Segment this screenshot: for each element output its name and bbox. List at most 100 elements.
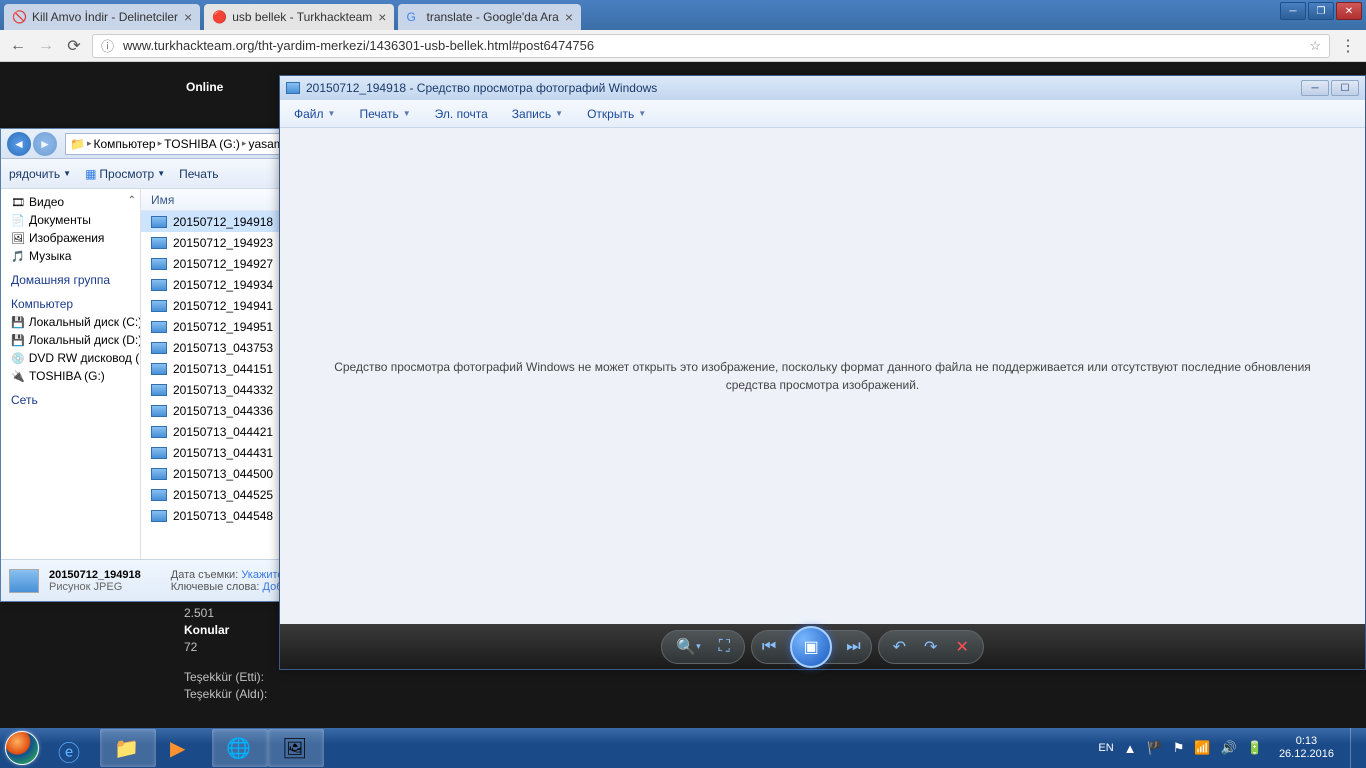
tray-network-icon[interactable]: 📶	[1194, 740, 1210, 756]
chevron-down-icon: ▼	[328, 109, 336, 118]
browser-tab-strip: 🚫 Kill Amvo İndir - Delinetciler × 🔴 usb…	[0, 0, 1366, 30]
breadcrumb-segment[interactable]: TOSHIBA (G:)	[164, 137, 240, 151]
tab-close-icon[interactable]: ×	[378, 9, 386, 25]
menu-burn[interactable]: Запись▼	[512, 107, 563, 121]
image-file-icon	[151, 321, 167, 333]
tray-battery-icon[interactable]: 🔋	[1247, 740, 1263, 756]
favicon-icon: G	[406, 10, 420, 24]
photo-viewer-canvas: Средство просмотра фотографий Windows не…	[280, 128, 1365, 624]
image-file-icon	[151, 447, 167, 459]
start-button[interactable]	[0, 728, 44, 768]
rotate-right-button[interactable]: ↷	[924, 637, 937, 657]
os-restore-button[interactable]: ❐	[1308, 2, 1334, 20]
file-name: 20150713_044431	[173, 446, 273, 460]
sidebar-item-documents[interactable]: 📄Документы	[1, 211, 140, 229]
next-button[interactable]: ⏭	[846, 638, 860, 656]
taskbar-explorer[interactable]: 📁	[100, 729, 156, 767]
image-file-icon	[151, 384, 167, 396]
sidebar-computer[interactable]: Компьютер	[1, 295, 140, 313]
browser-nav-bar: ← → ⟳ ⓘ www.turkhackteam.org/tht-yardim-…	[0, 30, 1366, 62]
tab-close-icon[interactable]: ×	[565, 9, 573, 25]
sidebar-homegroup[interactable]: Домашняя группа	[1, 271, 140, 289]
menu-email[interactable]: Эл. почта	[435, 107, 488, 121]
sidebar-item-disk-d[interactable]: 💾Локальный диск (D:)	[1, 331, 140, 349]
browser-tab[interactable]: 🚫 Kill Amvo İndir - Delinetciler ×	[4, 4, 200, 30]
file-name: 20150712_194927	[173, 257, 273, 271]
rotate-left-button[interactable]: ↶	[893, 637, 906, 657]
sidebar-item-images[interactable]: 🖼Изображения	[1, 229, 140, 247]
forward-button[interactable]: →	[36, 36, 56, 56]
tray-clock[interactable]: 0:13 26.12.2016	[1273, 735, 1340, 761]
taskbar-chrome[interactable]: 🌐	[212, 729, 268, 767]
delete-button[interactable]: ✕	[955, 637, 968, 657]
file-name: 20150713_044151	[173, 362, 273, 376]
menu-file[interactable]: Файл▼	[294, 107, 335, 121]
file-name: 20150712_194923	[173, 236, 273, 250]
tray-flag-icon[interactable]: 🏴	[1147, 740, 1163, 756]
image-file-icon	[151, 468, 167, 480]
photo-viewer-titlebar[interactable]: 20150712_194918 - Средство просмотра фот…	[280, 76, 1365, 100]
thumbnail-icon	[9, 569, 39, 593]
explorer-back-button[interactable]: ◄	[7, 132, 31, 156]
picture-icon: 🖼	[282, 736, 310, 760]
meta-value[interactable]: Укажите	[241, 569, 283, 581]
chevron-down-icon: ▼	[63, 169, 71, 178]
sidebar-item-disk-c[interactable]: 💾Локальный диск (C:)	[1, 313, 140, 331]
maximize-button[interactable]: ☐	[1331, 80, 1359, 96]
explorer-forward-button[interactable]: ►	[33, 132, 57, 156]
tray-action-icon[interactable]: ⚑	[1173, 740, 1185, 756]
language-indicator[interactable]: EN	[1098, 742, 1113, 754]
sidebar-item-toshiba[interactable]: 🔌TOSHIBA (G:)	[1, 367, 140, 385]
slideshow-button[interactable]: ▣	[790, 626, 832, 668]
image-file-icon	[151, 489, 167, 501]
organize-menu[interactable]: рядочить▼	[9, 167, 71, 181]
tray-up-icon[interactable]: ▲	[1124, 741, 1137, 756]
system-tray: EN ▲ 🏴 ⚑ 📶 🔊 🔋 0:13 26.12.2016	[1098, 728, 1366, 768]
taskbar-ie[interactable]: ⓔ	[44, 729, 100, 767]
bookmark-star-icon[interactable]: ☆	[1309, 38, 1321, 54]
image-file-icon	[151, 237, 167, 249]
error-message: Средство просмотра фотографий Windows не…	[310, 358, 1335, 394]
sidebar-item-music[interactable]: 🎵Музыка	[1, 247, 140, 265]
prev-button[interactable]: ⏮	[762, 638, 776, 656]
taskbar: ⓔ 📁 ▶ 🌐 🖼 EN ▲ 🏴 ⚑ 📶 🔊 🔋 0:13 26.12.2016	[0, 728, 1366, 768]
image-file-icon	[151, 363, 167, 375]
tray-volume-icon[interactable]: 🔊	[1221, 740, 1237, 756]
show-desktop-button[interactable]	[1350, 728, 1362, 768]
document-icon: 📄	[11, 213, 25, 227]
fit-button[interactable]: ⛶	[719, 638, 730, 656]
windows-logo-icon	[5, 731, 39, 765]
breadcrumb-segment[interactable]: Компьютер	[93, 137, 155, 151]
file-name: 20150712_194918	[173, 215, 273, 229]
chevron-right-icon[interactable]: ▸	[242, 138, 247, 149]
menu-open[interactable]: Открыть▼	[587, 107, 646, 121]
sidebar-item-dvd[interactable]: 💿DVD RW дисковод (E:)	[1, 349, 140, 367]
chevron-right-icon[interactable]: ▸	[87, 138, 92, 149]
chevron-right-icon[interactable]: ▸	[158, 138, 163, 149]
os-close-button[interactable]: ✕	[1336, 2, 1362, 20]
collapse-icon[interactable]: ⌃	[128, 195, 136, 206]
minimize-button[interactable]: ─	[1301, 80, 1329, 96]
online-status: Online	[186, 80, 223, 94]
selected-file-type: Рисунок JPEG	[49, 581, 141, 593]
os-minimize-button[interactable]: ─	[1280, 2, 1306, 20]
sidebar-network[interactable]: Сеть	[1, 391, 140, 409]
sidebar-item-video[interactable]: 🎞Видео	[1, 193, 140, 211]
taskbar-media[interactable]: ▶	[156, 729, 212, 767]
back-button[interactable]: ←	[8, 36, 28, 56]
browser-tab[interactable]: G translate - Google'da Ara ×	[398, 4, 581, 30]
browser-tab-active[interactable]: 🔴 usb bellek - Turkhackteam ×	[204, 4, 394, 30]
app-icon	[286, 82, 300, 94]
chrome-menu-button[interactable]: ⋮	[1338, 36, 1358, 56]
menu-print[interactable]: Печать▼	[359, 107, 410, 121]
info-icon[interactable]: ⓘ	[101, 36, 117, 55]
tab-close-icon[interactable]: ×	[184, 9, 192, 25]
window-title: 20150712_194918 - Средство просмотра фот…	[306, 81, 657, 95]
forum-user-stats: 2.501 Konular 72 Teşekkür (Etti): Teşekk…	[184, 605, 267, 703]
print-button[interactable]: Печать	[179, 167, 218, 181]
view-menu[interactable]: ▦Просмотр▼	[85, 167, 165, 181]
zoom-button[interactable]: 🔍▾	[676, 637, 700, 657]
taskbar-photo-viewer[interactable]: 🖼	[268, 729, 324, 767]
reload-button[interactable]: ⟳	[64, 36, 84, 56]
address-bar[interactable]: ⓘ www.turkhackteam.org/tht-yardim-merkez…	[92, 34, 1330, 58]
